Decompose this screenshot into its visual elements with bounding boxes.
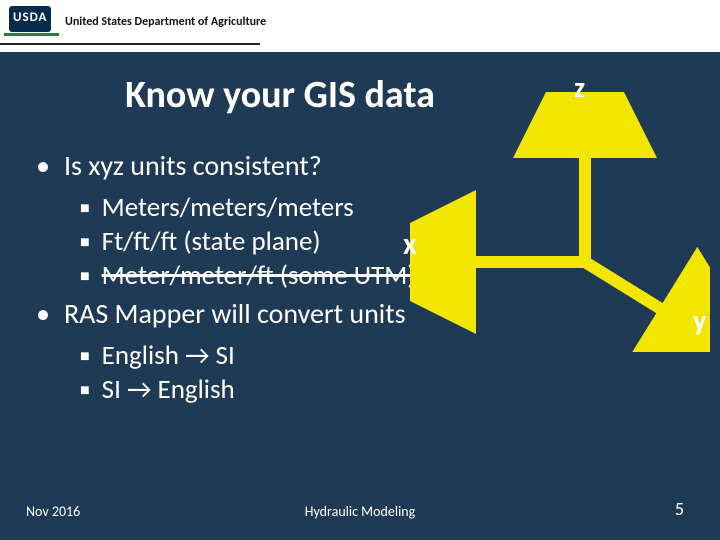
department-name: United States Department of Agriculture xyxy=(65,15,266,29)
xyz-axes-icon xyxy=(410,92,710,352)
slide: USDA United States Department of Agricul… xyxy=(0,0,720,540)
header-bar: USDA United States Department of Agricul… xyxy=(0,0,720,52)
bullet-level2: SI → English xyxy=(80,373,576,407)
usda-logo: USDA xyxy=(4,6,59,44)
axis-z-label: z xyxy=(574,70,585,105)
header-underline xyxy=(0,43,260,45)
logo-text: USDA xyxy=(13,10,47,25)
page-number: 5 xyxy=(675,498,684,520)
axis-x-label: x xyxy=(403,226,417,263)
axis-y-label: y xyxy=(693,303,706,338)
strikethrough-text: Meter/meter/ft (some UTM) xyxy=(102,259,416,292)
footer-title: Hydraulic Modeling xyxy=(0,503,720,520)
